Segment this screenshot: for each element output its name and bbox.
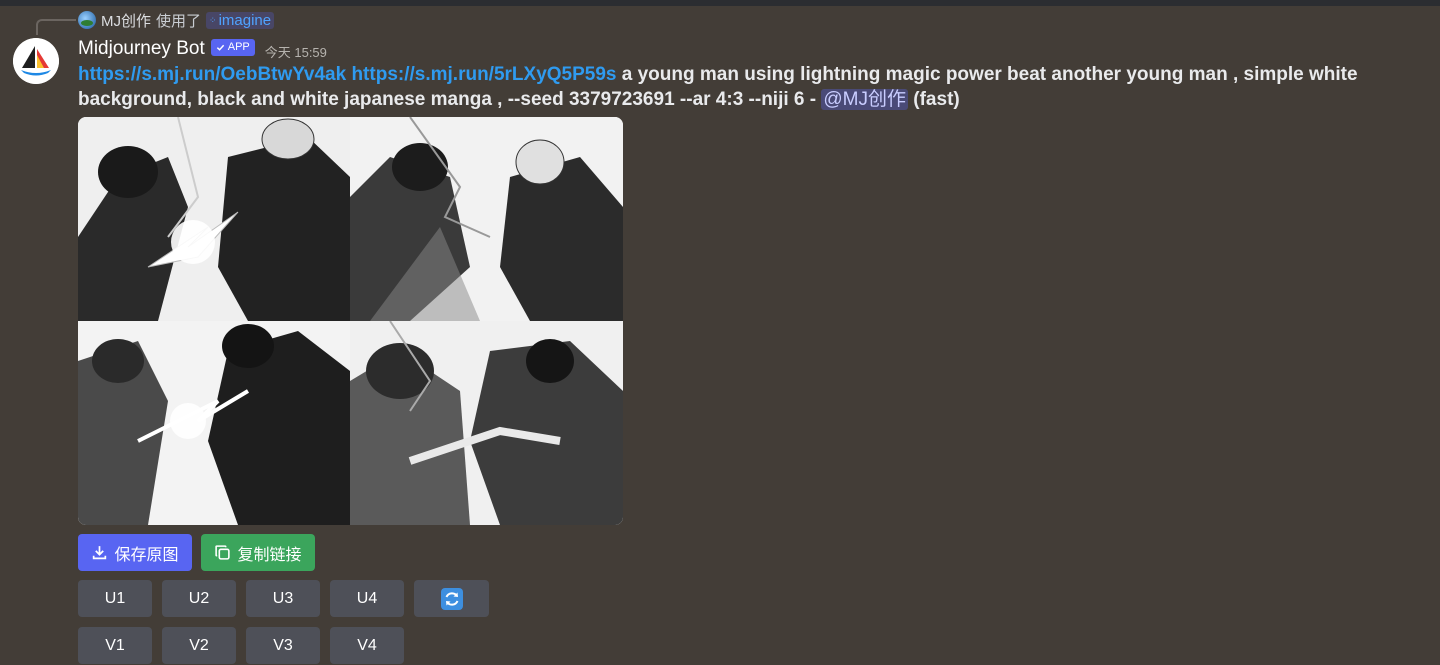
upscale-button-3[interactable]: U3 (246, 580, 320, 617)
grid-image-4[interactable] (350, 321, 623, 525)
download-icon (93, 546, 107, 560)
manga-panel-2 (350, 117, 623, 321)
reply-username[interactable]: MJ创作 (101, 10, 151, 31)
speed-label: (fast) (908, 89, 960, 110)
user-mention[interactable]: @MJ创作 (821, 89, 908, 110)
reroll-button[interactable] (414, 580, 489, 617)
sailboat-logo-icon (13, 38, 59, 84)
check-icon (216, 44, 224, 51)
manga-panel-3 (78, 321, 350, 525)
copy-link-button[interactable]: 复制链接 (201, 534, 315, 571)
image-link-1[interactable]: https://s.mj.run/OebBtwYv4ak (78, 64, 346, 85)
grid-image-2[interactable] (350, 117, 623, 321)
manga-panel-4 (350, 321, 623, 525)
timestamp: 今天 15:59 (264, 44, 327, 60)
top-bar (0, 0, 1440, 6)
upscale-button-4[interactable]: U4 (330, 580, 404, 617)
reply-connector (36, 19, 76, 35)
variation-button-4[interactable]: V4 (330, 627, 404, 664)
bot-name[interactable]: Midjourney Bot (78, 38, 205, 60)
bot-avatar[interactable] (13, 38, 59, 84)
copy-link-label: 复制链接 (237, 546, 302, 564)
reply-user-avatar[interactable] (78, 11, 96, 29)
app-badge-label: APP (227, 41, 250, 53)
grid-image-1[interactable] (78, 117, 350, 321)
message-content: https://s.mj.run/OebBtwYv4ak https://s.m… (78, 62, 1438, 112)
upscale-button-2[interactable]: U2 (162, 580, 236, 617)
reply-used-text: 使用了 (156, 12, 202, 30)
message-header: Midjourney Bot APP 今天 15:59 (78, 36, 327, 62)
variation-button-2[interactable]: V2 (162, 627, 236, 664)
command-icon: ⁘ (209, 14, 216, 25)
variation-button-3[interactable]: V3 (246, 627, 320, 664)
save-original-label: 保存原图 (114, 546, 179, 564)
manga-panel-1 (78, 117, 350, 321)
command-name: imagine (218, 11, 272, 29)
image-grid[interactable] (78, 117, 623, 525)
upscale-button-1[interactable]: U1 (78, 580, 152, 617)
image-link-2[interactable]: https://s.mj.run/5rLXyQ5P59s (351, 64, 616, 85)
grid-image-3[interactable] (78, 321, 350, 525)
variation-button-1[interactable]: V1 (78, 627, 152, 664)
refresh-icon (440, 587, 463, 610)
app-badge: APP (210, 38, 255, 56)
slash-command-chip[interactable]: ⁘ imagine (206, 11, 275, 29)
copy-icon (215, 545, 231, 560)
reply-reference[interactable]: MJ创作 使用了 ⁘ imagine (78, 10, 275, 31)
save-original-button[interactable]: 保存原图 (78, 534, 192, 571)
